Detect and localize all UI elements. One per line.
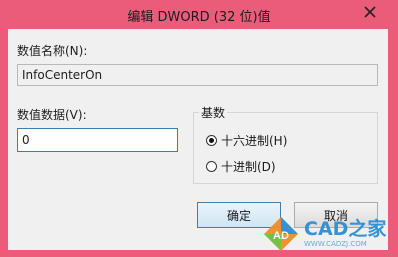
window-frame-left: [0, 29, 8, 257]
value-data-label: 数值数据(V):: [17, 108, 87, 122]
watermark-brand: CAD之家: [304, 218, 387, 240]
value-data-input[interactable]: 0: [17, 128, 178, 152]
title-bar: 编辑 DWORD (32 位)值: [0, 0, 398, 29]
value-name-label: 数值名称(N):: [17, 44, 88, 58]
dialog-title: 编辑 DWORD (32 位)值: [127, 10, 271, 25]
cad-logo-icon: AD: [264, 217, 298, 251]
radio-hexadecimal[interactable]: 十六进制(H): [206, 132, 287, 149]
close-button[interactable]: [352, 0, 388, 24]
watermark-url: WWW.CADZJ.COM: [304, 240, 367, 248]
radio-unchecked-icon: [206, 161, 217, 172]
radio-decimal-label: 十进制(D): [221, 160, 276, 174]
logo-badge-text: AD: [273, 230, 289, 242]
cad-watermark: AD CAD之家 WWW.CADZJ.COM: [262, 214, 394, 254]
radio-checked-icon: [206, 135, 217, 146]
radio-decimal[interactable]: 十进制(D): [206, 158, 276, 175]
close-icon: [364, 6, 376, 18]
radio-hexadecimal-label: 十六进制(H): [221, 134, 288, 148]
value-name-field[interactable]: InfoCenterOn: [17, 64, 378, 86]
base-group-title: 基数: [199, 104, 228, 121]
